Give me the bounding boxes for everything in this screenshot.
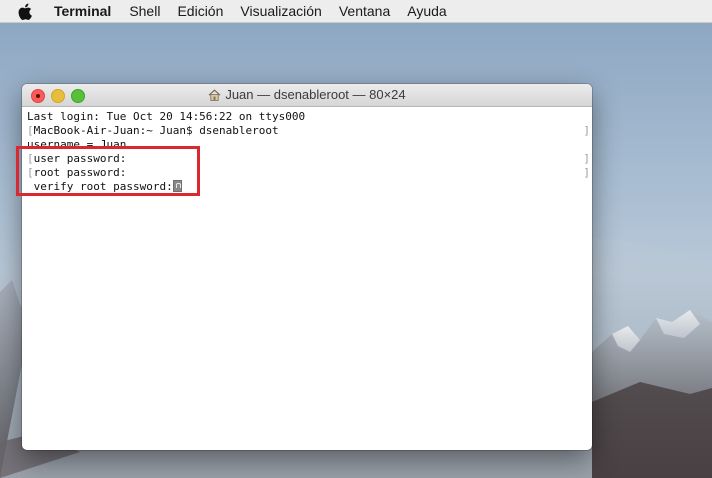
menu-shell[interactable]: Shell xyxy=(129,3,160,19)
window-title-text: Juan — dsenableroot — 80×24 xyxy=(225,87,406,102)
menu-ventana[interactable]: Ventana xyxy=(339,3,390,19)
menu-app-terminal[interactable]: Terminal xyxy=(54,3,111,19)
terminal-line: Last login: Tue Oct 20 14:56:22 on ttys0… xyxy=(27,110,306,123)
terminal-window[interactable]: Juan — dsenableroot — 80×24 Last login: … xyxy=(22,84,592,450)
apple-icon[interactable] xyxy=(18,2,34,20)
terminal-line: [MacBook-Air-Juan:~ Juan$ dsenableroot] xyxy=(27,124,590,137)
menu-edicion[interactable]: Edición xyxy=(177,3,223,19)
highlight-box xyxy=(16,146,200,196)
window-titlebar[interactable]: Juan — dsenableroot — 80×24 xyxy=(22,84,592,107)
menu-ayuda[interactable]: Ayuda xyxy=(407,3,446,19)
menu-visualizacion[interactable]: Visualización xyxy=(240,3,321,19)
window-title: Juan — dsenableroot — 80×24 xyxy=(22,87,592,104)
home-icon xyxy=(208,89,221,104)
menu-bar: Terminal Shell Edición Visualización Ven… xyxy=(0,0,712,23)
